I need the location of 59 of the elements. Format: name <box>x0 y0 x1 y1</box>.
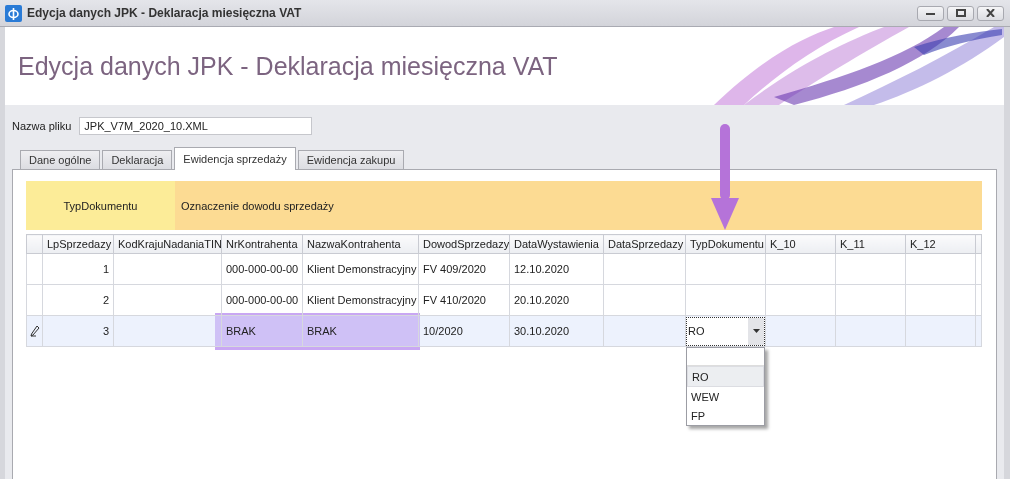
table-cell: 2 <box>42 284 114 316</box>
table-cell: Klient Demonstracyjny <box>302 284 419 316</box>
table-cell <box>835 315 906 347</box>
table-cell: Klient Demonstracyjny <box>302 253 419 285</box>
table-cell: FV 409/2020 <box>418 253 510 285</box>
table-cell: 10/2020 <box>418 315 510 347</box>
column-header[interactable]: DataWystawienia <box>509 234 604 254</box>
tab[interactable]: Dane ogólne <box>20 150 101 169</box>
table-cell <box>765 253 836 285</box>
file-name-label: Nazwa pliku <box>12 120 72 132</box>
column-header[interactable]: NrKontrahenta <box>221 234 303 254</box>
table-cell: 30.10.2020 <box>509 315 604 347</box>
caret-icon <box>752 329 760 333</box>
table-cell <box>765 315 836 347</box>
table-cell <box>905 315 976 347</box>
column-header[interactable]: LpSprzedazy <box>42 234 114 254</box>
table-cell <box>905 253 976 285</box>
tab[interactable]: Ewidencja zakupu <box>297 150 405 169</box>
table-cell <box>765 284 836 316</box>
column-header[interactable]: K_11 <box>835 234 906 254</box>
table-cell: 000-000-00-00 <box>221 253 303 285</box>
table-cell: BRAK <box>221 315 303 347</box>
table-cell: 3 <box>42 315 114 347</box>
maximize-button[interactable] <box>947 5 974 21</box>
table-cell <box>835 253 906 285</box>
dropdown-option[interactable]: RO <box>687 366 764 387</box>
pencil-icon <box>29 325 40 337</box>
group-description: Oznaczenie dowodu sprzedaży <box>175 181 982 230</box>
table-cell: FV 410/2020 <box>418 284 510 316</box>
column-header[interactable]: K_12 <box>905 234 976 254</box>
minimize-button[interactable] <box>917 5 944 21</box>
table-cell <box>905 284 976 316</box>
column-header[interactable]: K_10 <box>765 234 836 254</box>
column-header[interactable]: TypDokumentu <box>685 234 766 254</box>
column-header[interactable]: NazwaKontrahenta <box>302 234 419 254</box>
tab[interactable]: Deklaracja <box>102 150 173 169</box>
table-cell: 000-000-00-00 <box>221 284 303 316</box>
row-indicator-header <box>26 234 43 254</box>
dropdown-option[interactable]: WEW <box>687 387 764 406</box>
dropdown-option[interactable]: FP <box>687 406 764 425</box>
table-cell: 12.10.2020 <box>509 253 604 285</box>
column-header[interactable]: KodKrajuNadaniaTIN <box>113 234 222 254</box>
file-name-field[interactable]: JPK_V7M_2020_10.XML <box>79 117 313 135</box>
row-indicator[interactable] <box>26 315 43 347</box>
close-icon <box>985 9 996 17</box>
document-type-combo[interactable]: RO <box>686 316 765 346</box>
close-button[interactable] <box>977 5 1004 21</box>
column-header[interactable]: DataSprzedazy <box>603 234 686 254</box>
table-cell: BRAK <box>302 315 419 347</box>
maximize-icon <box>955 9 966 17</box>
window-title: Edycja danych JPK - Deklaracja miesięczna VAT <box>27 6 303 20</box>
banner-title: Edycja danych JPK - Deklaracja miesięczna VAT <box>18 51 558 81</box>
app-icon <box>5 4 22 22</box>
table-cell <box>835 284 906 316</box>
table-cell: 1 <box>42 253 114 285</box>
table-cell: 20.10.2020 <box>509 284 604 316</box>
column-header[interactable]: DowodSprzedazy <box>418 234 510 254</box>
group-field-label: TypDokumentu <box>26 181 175 230</box>
tab[interactable]: Ewidencja sprzedaży <box>174 147 296 170</box>
